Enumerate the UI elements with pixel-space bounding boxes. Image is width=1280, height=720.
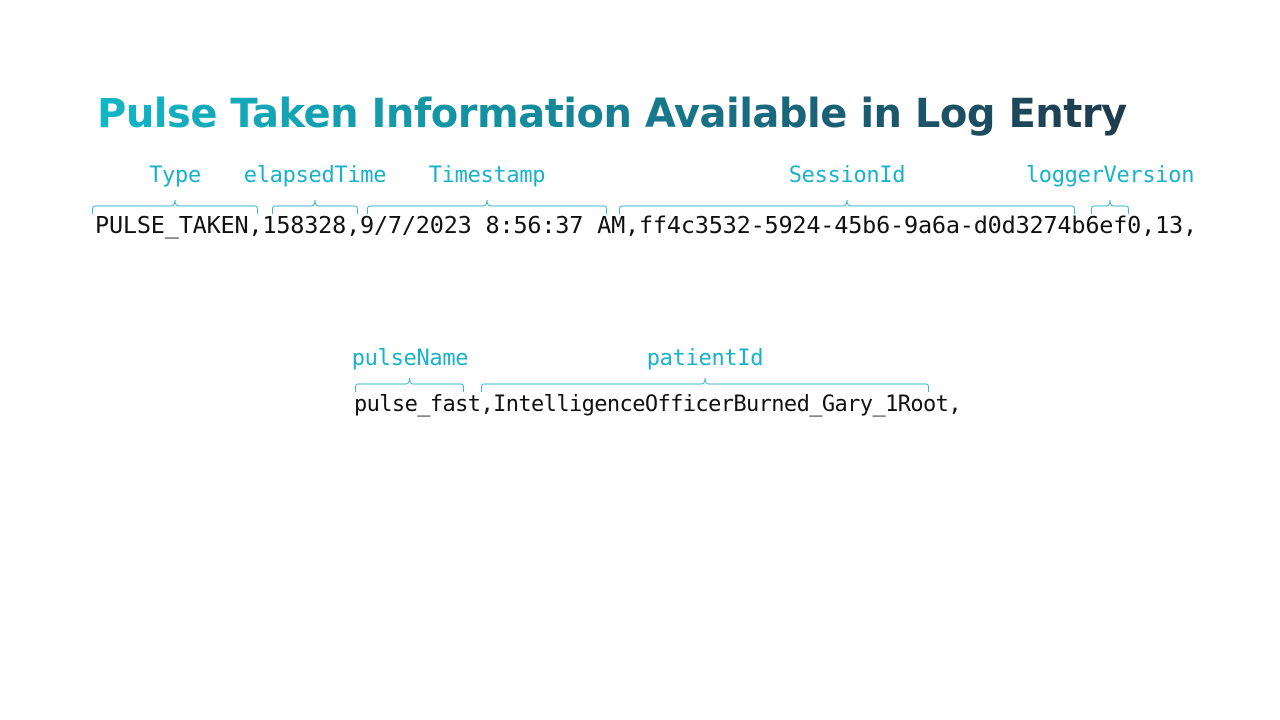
log-entry-line-2: pulse_fast,IntelligenceOfficerBurned_Gar… <box>354 392 962 417</box>
field-label-pulse-name: pulseName <box>351 346 469 371</box>
field-label-timestamp: Timestamp <box>428 163 546 188</box>
field-label-logger-version: loggerVersion <box>1025 163 1195 188</box>
field-label-patient-id: patientId <box>646 346 764 371</box>
log-entry-line-1: PULSE_TAKEN,158328,9/7/2023 8:56:37 AM,f… <box>95 211 1197 239</box>
field-label-session-id: SessionId <box>788 163 906 188</box>
slide-title: Pulse Taken Information Available in Log… <box>97 88 1127 140</box>
field-label-type: Type <box>149 163 201 188</box>
field-label-elapsed-time: elapsedTime <box>243 163 387 188</box>
